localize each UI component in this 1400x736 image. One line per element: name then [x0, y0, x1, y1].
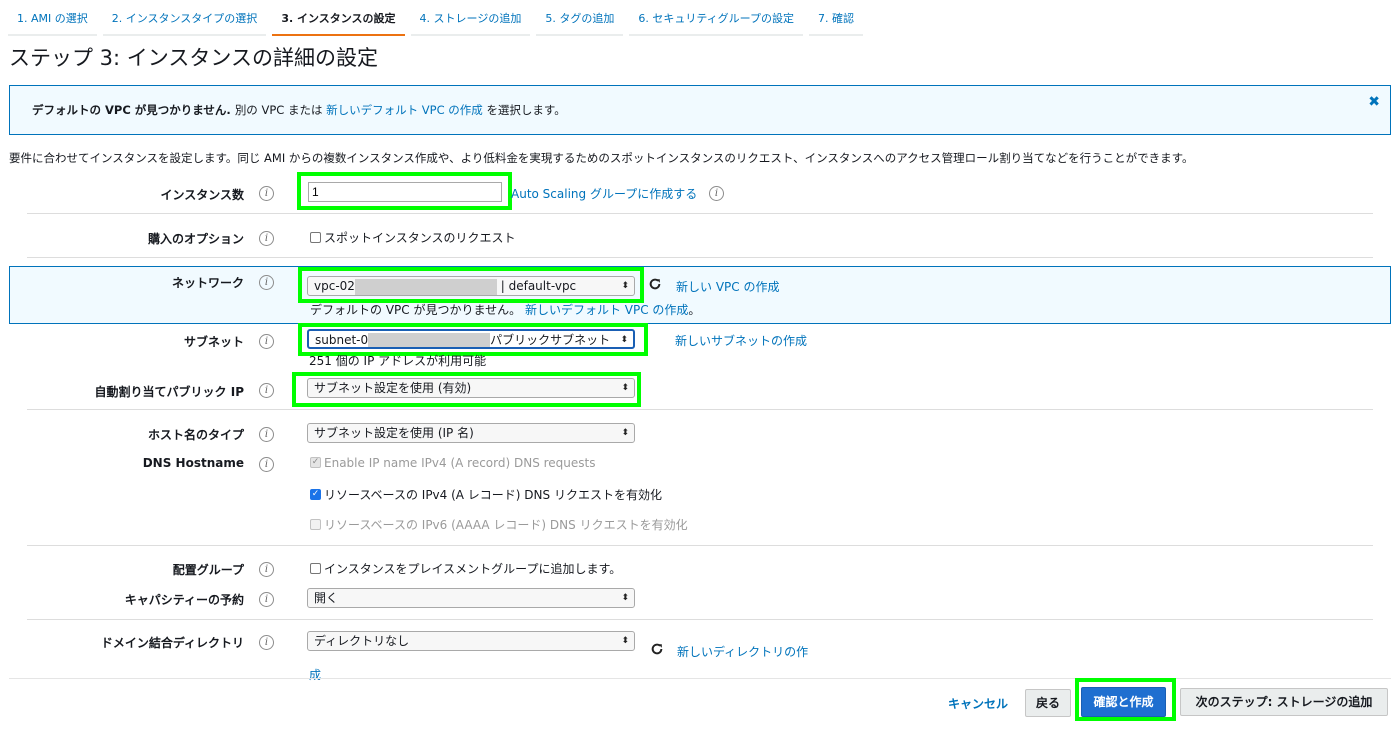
- dns-ipv4-resource-row[interactable]: ✓ リソースベースの IPv4 (A レコード) DNS リクエストを有効化: [310, 486, 662, 503]
- redacted-id: [368, 332, 491, 347]
- banner-text: 別の VPC または: [234, 103, 323, 117]
- domain-value: ディレクトリなし: [314, 634, 410, 648]
- instance-count-label: インスタンス数: [160, 188, 244, 202]
- hostname-type-value: サブネット設定を使用 (IP 名): [314, 426, 474, 440]
- dns-hostname-label: DNS Hostname: [142, 456, 244, 470]
- capacity-select[interactable]: 開く ⬍: [307, 588, 635, 608]
- dns-ipv4-ipname-checkbox: ✓: [310, 457, 321, 468]
- divider: [27, 409, 1373, 410]
- chevron-updown-icon: ⬍: [621, 383, 629, 393]
- banner-bold-text: デフォルトの VPC が見つかりません.: [32, 103, 231, 117]
- step-instance-type[interactable]: 2. インスタンスタイプの選択: [102, 4, 267, 36]
- domain-select[interactable]: ディレクトリなし ⬍: [307, 631, 635, 651]
- dns-ipv6-resource-row: リソースベースの IPv6 (AAAA レコード) DNS リクエストを有効化: [310, 516, 688, 533]
- placement-checkbox[interactable]: [310, 563, 321, 574]
- step-configure-instance[interactable]: 3. インスタンスの設定: [272, 4, 405, 36]
- dns-ipv4-ipname-label: Enable IP name IPv4 (A record) DNS reque…: [324, 456, 596, 470]
- network-select[interactable]: vpc-02 | default-vpc ⬍: [307, 276, 635, 296]
- capacity-value: 開く: [314, 591, 339, 605]
- create-directory-link-cont[interactable]: 成: [309, 666, 321, 683]
- dns-ipv4-resource-label: リソースベースの IPv4 (A レコード) DNS リクエストを有効化: [324, 488, 662, 502]
- back-button[interactable]: 戻る: [1025, 689, 1071, 717]
- create-directory-link[interactable]: 新しいディレクトリの作: [677, 643, 808, 660]
- step-storage[interactable]: 4. ストレージの追加: [410, 4, 531, 36]
- cancel-button[interactable]: キャンセル: [948, 695, 1008, 712]
- dns-ipv6-resource-label: リソースベースの IPv6 (AAAA レコード) DNS リクエストを有効化: [324, 518, 688, 532]
- domain-join-label: ドメイン結合ディレクトリ: [100, 636, 244, 650]
- info-icon[interactable]: i: [709, 186, 724, 201]
- network-warning: デフォルトの VPC が見つかりません。 新しいデフォルト VPC の作成。: [310, 301, 700, 318]
- page-title: ステップ 3: インスタンスの詳細の設定: [9, 46, 378, 70]
- network-value-suffix: | default-vpc: [500, 279, 577, 293]
- chevron-updown-icon: ⬍: [621, 281, 629, 291]
- wizard-steps: 1. AMI の選択 2. インスタンスタイプの選択 3. インスタンスの設定 …: [8, 4, 863, 36]
- spot-request-checkbox-row[interactable]: スポットインスタンスのリクエスト: [310, 229, 516, 246]
- dns-ipv6-resource-checkbox: [310, 519, 321, 530]
- redacted-id: [354, 278, 497, 295]
- close-icon[interactable]: ✖: [1368, 94, 1380, 110]
- hostname-type-label: ホスト名のタイプ: [147, 428, 244, 442]
- chevron-updown-icon: ⬍: [621, 428, 629, 438]
- create-default-vpc-link-2[interactable]: 新しいデフォルト VPC の作成: [525, 303, 688, 317]
- available-ip-text: 251 個の IP アドレスが利用可能: [309, 354, 487, 368]
- public-ip-label: 自動割り当てパブリック IP: [94, 385, 244, 399]
- placement-group-label: 配置グループ: [172, 563, 244, 577]
- placement-checkbox-row[interactable]: インスタンスをプレイスメントグループに追加します。: [310, 560, 621, 577]
- info-icon[interactable]: i: [259, 635, 274, 650]
- step-security-group[interactable]: 6. セキュリティグループの設定: [629, 4, 803, 36]
- purchase-option-label: 購入のオプション: [147, 232, 244, 246]
- chevron-updown-icon: ⬍: [620, 335, 628, 345]
- step-review[interactable]: 7. 確認: [809, 4, 863, 36]
- subnet-label: サブネット: [183, 335, 244, 349]
- next-storage-button[interactable]: 次のステップ: ストレージの追加: [1180, 688, 1388, 716]
- step-tags[interactable]: 5. タグの追加: [536, 4, 624, 36]
- subnet-select[interactable]: subnet-0 パブリックサブネット ⬍: [307, 329, 635, 349]
- review-and-launch-button[interactable]: 確認と作成: [1081, 687, 1166, 717]
- network-warning-end: 。: [688, 303, 701, 317]
- create-subnet-link[interactable]: 新しいサブネットの作成: [675, 332, 807, 349]
- hostname-type-select[interactable]: サブネット設定を使用 (IP 名) ⬍: [307, 423, 635, 443]
- network-warning-text: デフォルトの VPC が見つかりません。: [310, 303, 522, 317]
- subnet-value-suffix: パブリックサブネット: [490, 333, 611, 347]
- public-ip-select[interactable]: サブネット設定を使用 (有効) ⬍: [307, 378, 635, 398]
- divider: [27, 619, 1373, 620]
- capacity-label: キャパシティーの予約: [124, 593, 244, 607]
- placement-checkbox-label: インスタンスをプレイスメントグループに追加します。: [324, 562, 622, 576]
- dns-ipv4-resource-checkbox[interactable]: ✓: [310, 489, 321, 500]
- chevron-updown-icon: ⬍: [621, 636, 629, 646]
- info-icon[interactable]: i: [259, 383, 274, 398]
- info-icon[interactable]: i: [259, 334, 274, 349]
- divider: [27, 257, 1373, 258]
- info-icon[interactable]: i: [259, 231, 274, 246]
- create-default-vpc-link[interactable]: 新しいデフォルト VPC の作成: [326, 102, 483, 118]
- dns-ipv4-ipname-row: ✓ Enable IP name IPv4 (A record) DNS requ…: [310, 456, 596, 470]
- info-icon[interactable]: i: [259, 457, 274, 472]
- step-ami[interactable]: 1. AMI の選択: [8, 4, 97, 36]
- banner-text-end: を選択します。: [486, 103, 566, 117]
- refresh-icon[interactable]: [650, 642, 664, 656]
- footer-divider: [9, 678, 1391, 679]
- info-icon[interactable]: i: [259, 562, 274, 577]
- network-value-prefix: vpc-02: [314, 279, 355, 293]
- network-label: ネットワーク: [171, 276, 244, 290]
- info-icon[interactable]: i: [259, 275, 274, 290]
- spot-request-checkbox[interactable]: [310, 232, 321, 243]
- auto-scaling-link[interactable]: Auto Scaling グループに作成する: [511, 185, 697, 202]
- instance-count-input[interactable]: [308, 182, 502, 202]
- spot-request-label: スポットインスタンスのリクエスト: [324, 231, 516, 245]
- divider: [27, 545, 1373, 546]
- no-default-vpc-banner: デフォルトの VPC が見つかりません. 別の VPC または 新しいデフォルト…: [9, 85, 1391, 135]
- subnet-value-prefix: subnet-0: [315, 333, 369, 347]
- refresh-icon[interactable]: [648, 277, 662, 291]
- page-description: 要件に合わせてインスタンスを設定します。同じ AMI からの複数インスタンス作成…: [9, 151, 1194, 165]
- info-icon[interactable]: i: [259, 592, 274, 607]
- create-vpc-link[interactable]: 新しい VPC の作成: [676, 278, 779, 295]
- divider: [27, 213, 1373, 214]
- info-icon[interactable]: i: [259, 186, 274, 201]
- chevron-updown-icon: ⬍: [621, 593, 629, 603]
- info-icon[interactable]: i: [259, 427, 274, 442]
- public-ip-value: サブネット設定を使用 (有効): [314, 381, 472, 395]
